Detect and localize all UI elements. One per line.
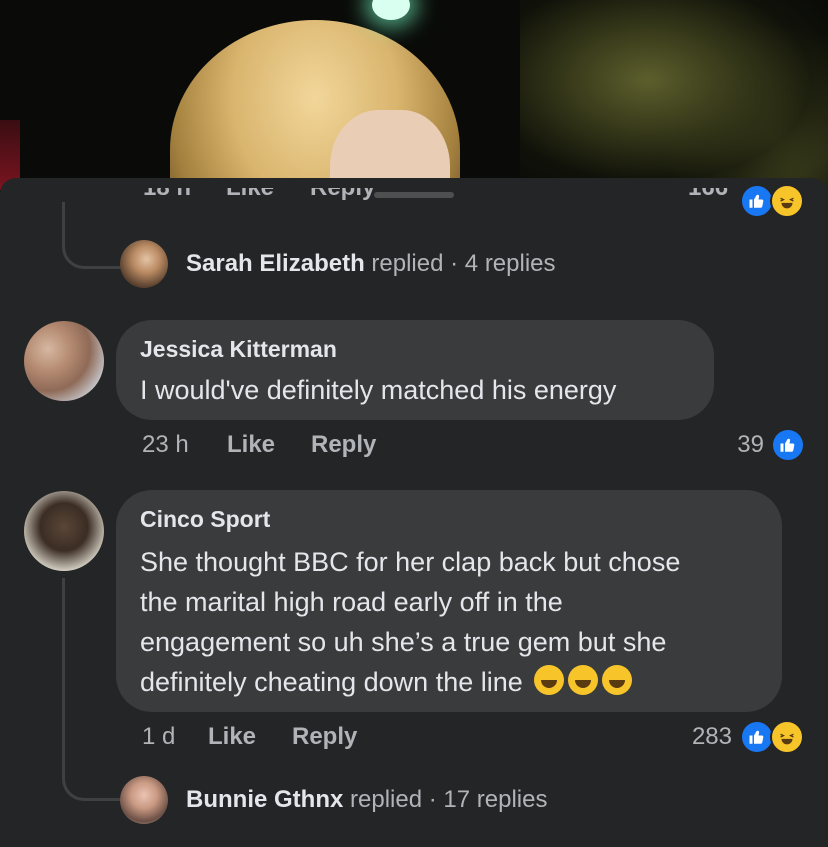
comment-bubble[interactable]: Jessica Kitterman I would've definitely … (116, 320, 714, 420)
avatar[interactable] (120, 776, 168, 824)
comment-text: I would've definitely matched his energy (140, 375, 617, 405)
thumbs-up-icon (749, 730, 764, 744)
laughing-tears-emoji (534, 665, 565, 695)
thumbs-up-icon (749, 194, 764, 208)
rofl-emoji (568, 665, 599, 695)
street-light (372, 0, 410, 20)
reply-author-name[interactable]: Sarah Elizabeth (186, 250, 365, 277)
comment-text: She thought BBC for her clap back but ch… (140, 547, 681, 697)
sweat-smile-emoji (602, 665, 633, 695)
comment-actions: 23 h Like Reply (142, 431, 442, 461)
reaction-count[interactable]: 39 (700, 431, 764, 459)
previous-like-button[interactable]: Like (226, 188, 274, 214)
reaction-count[interactable]: 283 (660, 723, 732, 751)
avatar[interactable] (24, 321, 104, 401)
previous-reaction-count: 166 (688, 188, 728, 214)
comment-time[interactable]: 1 d (142, 723, 175, 751)
reply-button[interactable]: Reply (292, 723, 357, 751)
comment-actions: 1 d Like Reply (142, 723, 442, 753)
view-replies-link[interactable]: Sarah Elizabeth replied · 4 replies (186, 250, 556, 278)
thumbs-up-icon (780, 438, 795, 452)
like-reaction-icon (740, 720, 774, 754)
video-background (0, 0, 828, 200)
comment-bubble[interactable]: Cinco Sport She thought BBC for her clap… (116, 490, 782, 712)
comment-author[interactable]: Jessica Kitterman (140, 336, 337, 363)
previous-haha-reaction-icon (770, 184, 804, 218)
drag-handle[interactable] (374, 192, 454, 198)
thread-connector (62, 716, 121, 801)
avatar[interactable] (24, 491, 104, 571)
reply-count[interactable]: 4 replies (465, 250, 556, 277)
thread-line (62, 578, 65, 718)
haha-reaction-icon (770, 720, 804, 754)
like-reaction-icon (771, 428, 805, 462)
comment-author[interactable]: Cinco Sport (140, 506, 270, 533)
foliage-background (520, 0, 828, 200)
like-button[interactable]: Like (208, 723, 256, 751)
thread-connector (62, 202, 121, 269)
reply-button[interactable]: Reply (311, 431, 376, 459)
comments-sheet[interactable]: 18 h Like Reply 166 Sarah Elizabeth repl… (0, 178, 828, 847)
previous-reply-button[interactable]: Reply (310, 188, 375, 214)
reply-author-name[interactable]: Bunnie Gthnx (186, 786, 343, 813)
previous-comment-time: 18 h (143, 188, 191, 214)
comment-time[interactable]: 23 h (142, 431, 189, 459)
reply-count[interactable]: 17 replies (443, 786, 547, 813)
like-button[interactable]: Like (227, 431, 275, 459)
laughing-face-icon (780, 197, 794, 209)
avatar[interactable] (120, 240, 168, 288)
laughing-face-icon (780, 733, 794, 745)
view-replies-link[interactable]: Bunnie Gthnx replied · 17 replies (186, 786, 547, 814)
previous-like-reaction-icon (740, 184, 774, 218)
